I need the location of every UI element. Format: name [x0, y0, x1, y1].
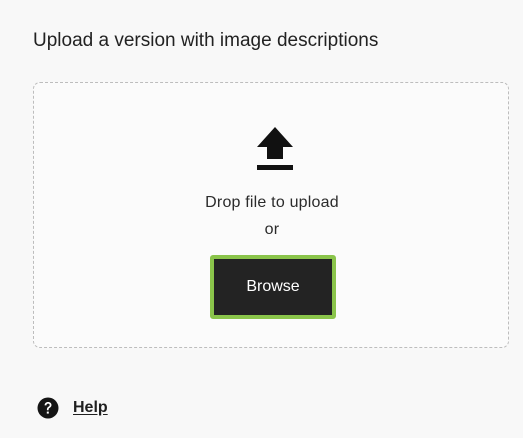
- help-link[interactable]: Help: [73, 399, 108, 417]
- drop-instruction: Drop file to upload: [205, 194, 339, 211]
- drop-or-text: or: [264, 221, 280, 238]
- help-section: Help: [37, 397, 108, 419]
- upload-arrow-icon: [257, 127, 293, 170]
- question-circle-icon[interactable]: [37, 397, 59, 419]
- file-dropzone[interactable]: Drop file to upload or Browse: [33, 82, 509, 348]
- section-title: Upload a version with image descriptions: [33, 30, 379, 51]
- upload-panel: Upload a version with image descriptions…: [0, 0, 523, 438]
- browse-button[interactable]: Browse: [210, 255, 336, 319]
